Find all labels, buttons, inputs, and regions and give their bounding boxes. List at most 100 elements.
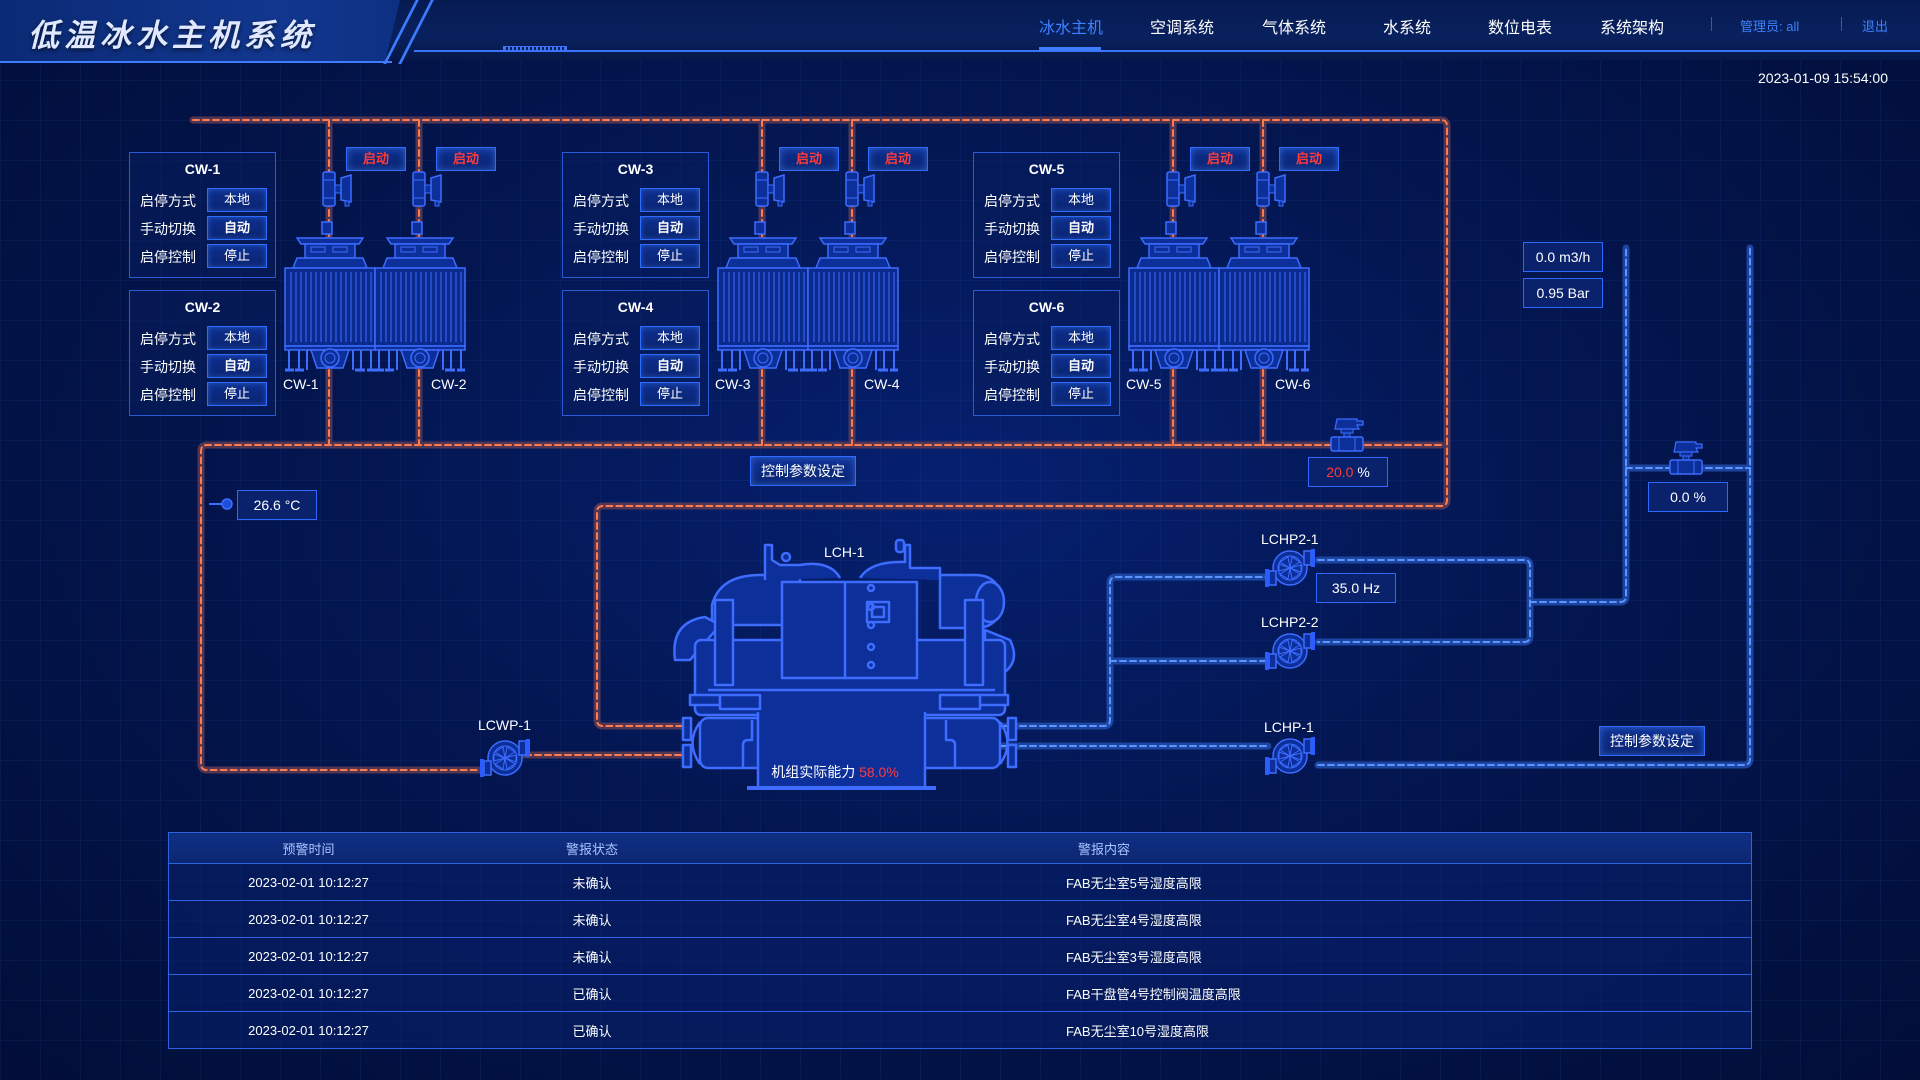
tower-panel-cw2: CW-2 启停方式 本地 手动切换 自动 启停控制 停止 <box>129 290 276 416</box>
alarm-time: 2023-02-01 10:12:27 <box>168 1011 448 1049</box>
alarm-time: 2023-02-01 10:12:27 <box>168 863 448 901</box>
switch-label: 手动切换 <box>573 221 629 237</box>
mode-button[interactable]: 本地 <box>640 188 700 212</box>
mode-label: 启停方式 <box>984 193 1040 209</box>
pressure-reading: 0.95 Bar <box>1523 278 1603 308</box>
switch-button[interactable]: 自动 <box>207 216 267 240</box>
alarm-status: 已确认 <box>448 1011 736 1049</box>
pump-icon <box>1264 548 1316 588</box>
alarm-row[interactable]: 2023-02-01 10:12:27 已确认 FAB无尘室10号湿度高限 <box>168 1011 1752 1049</box>
alarm-content: FAB无尘室10号湿度高限 <box>736 1011 1752 1049</box>
switch-button[interactable]: 自动 <box>207 354 267 378</box>
tower-panel-cw3: CW-3 启停方式 本地 手动切换 自动 启停控制 停止 <box>562 152 709 278</box>
valve-opening-value: 20.0 <box>1326 464 1354 480</box>
switch-label: 手动切换 <box>984 221 1040 237</box>
tower-valve-icon <box>1166 171 1196 207</box>
control-label: 启停控制 <box>140 249 196 265</box>
mode-label: 启停方式 <box>140 193 196 209</box>
cooling-tower-icon <box>806 220 900 372</box>
pump-icon <box>1264 736 1316 776</box>
switch-label: 手动切换 <box>140 359 196 375</box>
stop-button[interactable]: 停止 <box>1051 382 1111 406</box>
cooling-tower-icon <box>1127 220 1221 372</box>
mode-button[interactable]: 本地 <box>1051 188 1111 212</box>
panel-title: CW-4 <box>617 299 654 315</box>
chiller-icon <box>673 538 1018 790</box>
alarm-content: FAB无尘室4号湿度高限 <box>736 900 1752 938</box>
cooling-valve-opening: 20.0 % <box>1308 457 1388 487</box>
stop-button[interactable]: 停止 <box>640 382 700 406</box>
temperature-sensor-icon <box>209 498 233 510</box>
mode-button[interactable]: 本地 <box>207 188 267 212</box>
alarm-row[interactable]: 2023-02-01 10:12:27 未确认 FAB无尘室4号湿度高限 <box>168 900 1752 938</box>
alarm-table-header: 预警时间 警报状态 警报内容 <box>168 832 1752 864</box>
switch-button[interactable]: 自动 <box>640 216 700 240</box>
panel-title: CW-6 <box>1028 299 1065 315</box>
alarm-time: 2023-02-01 10:12:27 <box>168 974 448 1012</box>
control-params-button[interactable]: 控制参数设定 <box>750 456 856 486</box>
pump-frequency: 35.0 Hz <box>1316 573 1396 603</box>
start-button-cw4[interactable]: 启动 <box>868 147 928 171</box>
tower-valve-icon <box>322 171 352 207</box>
control-label: 启停控制 <box>573 387 629 403</box>
tower-panel-cw5: CW-5 启停方式 本地 手动切换 自动 启停控制 停止 <box>973 152 1120 278</box>
capacity-value: 58.0% <box>859 764 899 780</box>
tower-valve-icon <box>412 171 442 207</box>
switch-button[interactable]: 自动 <box>640 354 700 378</box>
panel-title: CW-2 <box>184 299 221 315</box>
tower-label-cw3: CW-3 <box>715 376 751 392</box>
switch-label: 手动切换 <box>573 359 629 375</box>
alarm-status: 已确认 <box>448 974 736 1012</box>
switch-button[interactable]: 自动 <box>1051 216 1111 240</box>
cooling-tower-icon <box>716 220 810 372</box>
mode-button[interactable]: 本地 <box>1051 326 1111 350</box>
mode-label: 启停方式 <box>573 193 629 209</box>
alarm-time: 2023-02-01 10:12:27 <box>168 937 448 975</box>
stop-button[interactable]: 停止 <box>207 244 267 268</box>
cooling-tower-icon <box>283 220 377 372</box>
alarm-row[interactable]: 2023-02-01 10:12:27 已确认 FAB干盘管4号控制阀温度高限 <box>168 974 1752 1012</box>
cooling-water-temp: 26.6 °C <box>237 490 317 520</box>
tower-panel-cw6: CW-6 启停方式 本地 手动切换 自动 启停控制 停止 <box>973 290 1120 416</box>
tower-label-cw1: CW-1 <box>283 376 319 392</box>
start-button-cw2[interactable]: 启动 <box>436 147 496 171</box>
alarm-status: 未确认 <box>448 900 736 938</box>
alarm-row[interactable]: 2023-02-01 10:12:27 未确认 FAB无尘室3号湿度高限 <box>168 937 1752 975</box>
mode-button[interactable]: 本地 <box>207 326 267 350</box>
switch-button[interactable]: 自动 <box>1051 354 1111 378</box>
pump-icon <box>479 738 531 778</box>
start-button-cw5[interactable]: 启动 <box>1190 147 1250 171</box>
control-params-button[interactable]: 控制参数设定 <box>1599 726 1705 756</box>
alarm-content: FAB无尘室5号湿度高限 <box>736 863 1752 901</box>
mode-button[interactable]: 本地 <box>640 326 700 350</box>
alarm-status: 未确认 <box>448 937 736 975</box>
tower-panel-cw4: CW-4 启停方式 本地 手动切换 自动 启停控制 停止 <box>562 290 709 416</box>
switch-label: 手动切换 <box>140 221 196 237</box>
alarm-time: 2023-02-01 10:12:27 <box>168 900 448 938</box>
bypass-valve-opening: 0.0 % <box>1648 482 1728 512</box>
tower-valve-icon <box>1256 171 1286 207</box>
start-button-cw6[interactable]: 启动 <box>1279 147 1339 171</box>
alarm-content: FAB干盘管4号控制阀温度高限 <box>736 974 1752 1012</box>
tower-label-cw5: CW-5 <box>1126 376 1162 392</box>
cooling-tower-icon <box>373 220 467 372</box>
stop-button[interactable]: 停止 <box>640 244 700 268</box>
tower-label-cw6: CW-6 <box>1275 376 1311 392</box>
alarm-row[interactable]: 2023-02-01 10:12:27 未确认 FAB无尘室5号湿度高限 <box>168 863 1752 901</box>
start-button-cw1[interactable]: 启动 <box>346 147 406 171</box>
tower-label-cw4: CW-4 <box>864 376 900 392</box>
pump-label-lchp22: LCHP2-2 <box>1261 614 1319 630</box>
chiller-capacity: 机组实际能力 58.0% <box>760 762 910 782</box>
control-label: 启停控制 <box>984 387 1040 403</box>
panel-title: CW-3 <box>617 161 654 177</box>
control-label: 启停控制 <box>573 249 629 265</box>
tower-valve-icon <box>845 171 875 207</box>
mode-label: 启停方式 <box>573 331 629 347</box>
start-button-cw3[interactable]: 启动 <box>779 147 839 171</box>
stop-button[interactable]: 停止 <box>207 382 267 406</box>
stop-button[interactable]: 停止 <box>1051 244 1111 268</box>
tower-valve-icon <box>755 171 785 207</box>
pump-label-lchp1: LCHP-1 <box>1264 719 1314 735</box>
tower-panel-cw1: CW-1 启停方式 本地 手动切换 自动 启停控制 停止 <box>129 152 276 278</box>
chiller-label: LCH-1 <box>824 544 865 560</box>
